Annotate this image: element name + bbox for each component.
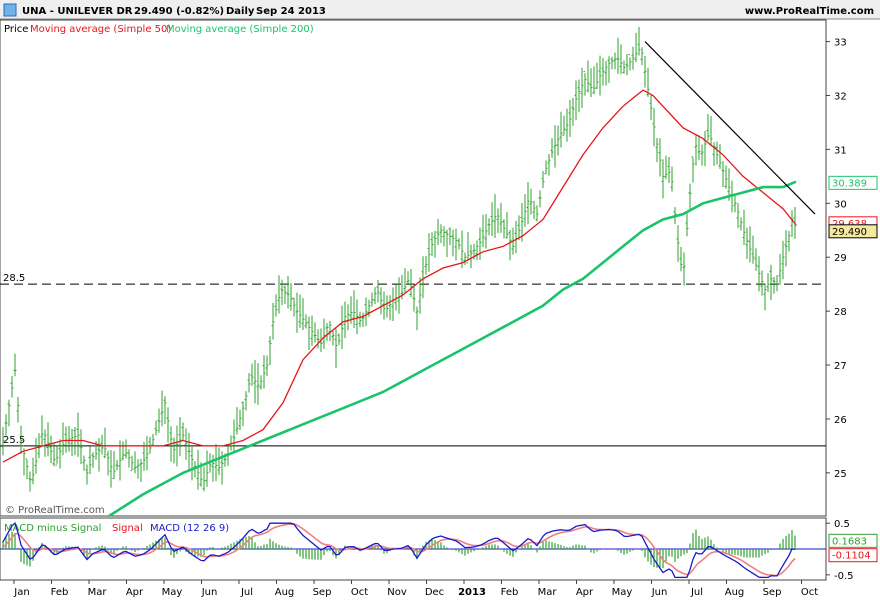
chart-icon [3, 3, 17, 17]
x-tick-label: Jun [201, 587, 218, 598]
x-tick-label: May [162, 587, 183, 598]
x-tick-label: Mar [538, 587, 558, 598]
x-tick-label: Jun [651, 587, 668, 598]
x-tick-label: Dec [425, 587, 444, 598]
ticker-label: UNA - UNILEVER DR [22, 6, 133, 17]
reference-line-label: 28.5 [3, 273, 25, 284]
watermark: © ProRealTime.com [5, 505, 105, 516]
x-tick-label: Aug [725, 587, 745, 598]
legend-ma200: Moving average (Simple 200) [166, 24, 314, 35]
x-tick-label: Oct [801, 587, 818, 598]
y-tick-label: 28 [834, 307, 847, 318]
period-label: Daily [226, 6, 255, 17]
y-tick-label: 25 [834, 469, 847, 480]
y-tick-label: 33 [834, 38, 847, 49]
macd-y-tick-label: 0.5 [834, 519, 850, 530]
legend-macd-hist: MACD minus Signal [4, 523, 101, 534]
y-tick-label: 29 [834, 253, 847, 264]
x-tick-label: Sep [313, 587, 332, 598]
x-tick-label: Oct [351, 587, 368, 598]
macd-label: 0.1683 [832, 536, 867, 547]
x-tick-label: Jul [690, 587, 703, 598]
x-tick-label: Nov [387, 587, 407, 598]
macd-label: -0.1104 [832, 551, 871, 562]
legend-price: Price [4, 24, 28, 35]
x-tick-label: 2013 [458, 587, 486, 598]
x-tick-label: Jan [13, 587, 29, 598]
chart-canvas: UNA - UNILEVER DR 29.490 (-0.82%) Daily … [0, 0, 880, 600]
x-tick-label: Aug [275, 587, 295, 598]
x-tick-label: Apr [126, 587, 144, 598]
legend-signal: Signal [112, 523, 143, 534]
chart-background [0, 0, 880, 600]
x-tick-label: Feb [501, 587, 519, 598]
x-tick-label: Feb [51, 587, 69, 598]
y-tick-label: 31 [834, 145, 847, 156]
y-tick-label: 27 [834, 361, 847, 372]
x-tick-label: May [612, 587, 633, 598]
price-label: 30.389 [832, 178, 867, 189]
y-tick-label: 26 [834, 415, 847, 426]
site-url[interactable]: www.ProRealTime.com [745, 6, 874, 17]
date-label: Sep 24 2013 [256, 6, 326, 17]
x-tick-label: Jul [240, 587, 253, 598]
legend-macd: MACD (12 26 9) [150, 523, 229, 534]
macd-y-tick-label: -0.5 [834, 571, 854, 582]
price-label: 29.490 [832, 227, 867, 238]
y-tick-label: 32 [834, 91, 847, 102]
x-tick-label: Apr [576, 587, 594, 598]
x-tick-label: Sep [763, 587, 782, 598]
y-tick-label: 30 [834, 199, 847, 210]
legend-ma50: Moving average (Simple 50) [30, 24, 171, 35]
price-change: 29.490 (-0.82%) [134, 6, 224, 17]
x-tick-label: Mar [88, 587, 108, 598]
